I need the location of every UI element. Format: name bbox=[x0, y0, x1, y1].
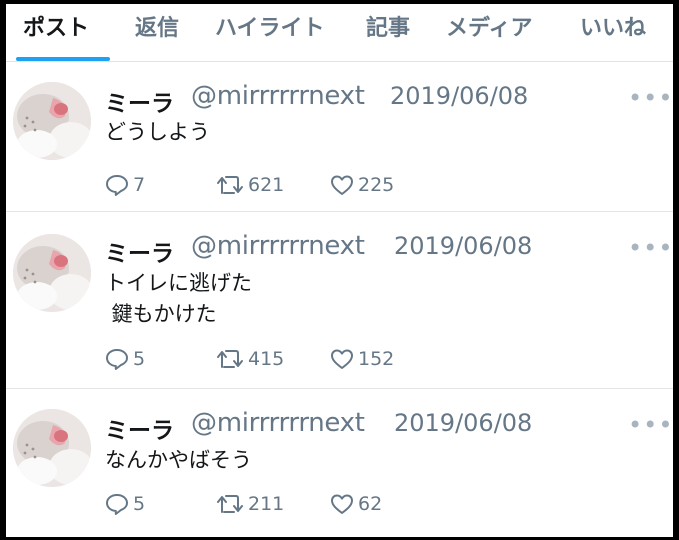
tab-highlights[interactable]: ハイライト bbox=[215, 10, 325, 42]
heart-icon bbox=[331, 349, 353, 369]
tab-articles[interactable]: 記事 bbox=[366, 10, 410, 42]
tweet[interactable]: ミーラ @mirrrrrrnext 2019/06/08 ••• トイレに逃げた… bbox=[6, 212, 673, 389]
display-name[interactable]: ミーラ bbox=[105, 234, 174, 268]
user-handle[interactable]: @mirrrrrrnext bbox=[191, 231, 365, 261]
reply-count: 5 bbox=[133, 493, 146, 515]
like-count: 225 bbox=[358, 174, 395, 196]
retweet-icon bbox=[217, 495, 243, 513]
heart-icon bbox=[331, 175, 353, 195]
like-button[interactable]: 225 bbox=[330, 172, 394, 198]
retweet-icon bbox=[217, 350, 243, 368]
reply-icon bbox=[106, 349, 128, 370]
retweet-button[interactable]: 211 bbox=[216, 491, 284, 517]
retweet-button[interactable]: 621 bbox=[216, 172, 284, 198]
tweet-date[interactable]: 2019/06/08 bbox=[394, 409, 532, 437]
tab-media[interactable]: メディア bbox=[446, 10, 532, 42]
like-button[interactable]: 152 bbox=[330, 346, 394, 372]
retweet-count: 211 bbox=[248, 493, 285, 515]
reply-button[interactable]: 5 bbox=[105, 346, 145, 372]
more-icon[interactable]: ••• bbox=[628, 84, 673, 112]
active-tab-indicator bbox=[16, 57, 110, 61]
tweet[interactable]: ミーラ @mirrrrrrnext 2019/06/08 ••• なんかやばそう… bbox=[6, 389, 673, 537]
tweet-text: どうしよう bbox=[105, 120, 210, 144]
reply-button[interactable]: 5 bbox=[105, 491, 145, 517]
more-icon[interactable]: ••• bbox=[628, 411, 673, 439]
tweet-date[interactable]: 2019/06/08 bbox=[390, 82, 528, 110]
tab-likes[interactable]: いいね bbox=[580, 10, 646, 42]
retweet-button[interactable]: 415 bbox=[216, 346, 284, 372]
reply-button[interactable]: 7 bbox=[105, 172, 145, 198]
like-count: 62 bbox=[358, 493, 383, 515]
avatar[interactable] bbox=[13, 234, 91, 312]
retweet-count: 415 bbox=[248, 348, 285, 370]
tweet-text: トイレに逃げた 鍵もかけた bbox=[105, 271, 252, 326]
reply-icon bbox=[106, 175, 128, 196]
tweet-date[interactable]: 2019/06/08 bbox=[394, 232, 532, 260]
retweet-icon bbox=[217, 176, 243, 194]
like-button[interactable]: 62 bbox=[330, 491, 382, 517]
tweet-text: なんかやばそう bbox=[105, 448, 252, 472]
heart-icon bbox=[331, 494, 353, 514]
tweet[interactable]: ミーラ @mirrrrrrnext 2019/06/08 ••• どうしよう 7… bbox=[6, 62, 673, 212]
user-handle[interactable]: @mirrrrrrnext bbox=[191, 408, 365, 438]
like-count: 152 bbox=[358, 348, 395, 370]
display-name[interactable]: ミーラ bbox=[105, 84, 174, 118]
tab-replies[interactable]: 返信 bbox=[135, 10, 179, 42]
retweet-count: 621 bbox=[248, 174, 285, 196]
reply-icon bbox=[106, 494, 128, 515]
user-handle[interactable]: @mirrrrrrnext bbox=[191, 81, 365, 111]
more-icon[interactable]: ••• bbox=[628, 234, 673, 262]
avatar[interactable] bbox=[13, 409, 91, 487]
profile-timeline: ポスト 返信 ハイライト 記事 メディア いいね ミーラ @mirrrrrrne… bbox=[6, 4, 673, 537]
reply-count: 7 bbox=[133, 174, 146, 196]
tab-posts[interactable]: ポスト bbox=[23, 10, 89, 42]
profile-tabs: ポスト 返信 ハイライト 記事 メディア いいね bbox=[6, 4, 673, 62]
display-name[interactable]: ミーラ bbox=[105, 411, 174, 445]
avatar[interactable] bbox=[13, 82, 91, 160]
reply-count: 5 bbox=[133, 348, 146, 370]
